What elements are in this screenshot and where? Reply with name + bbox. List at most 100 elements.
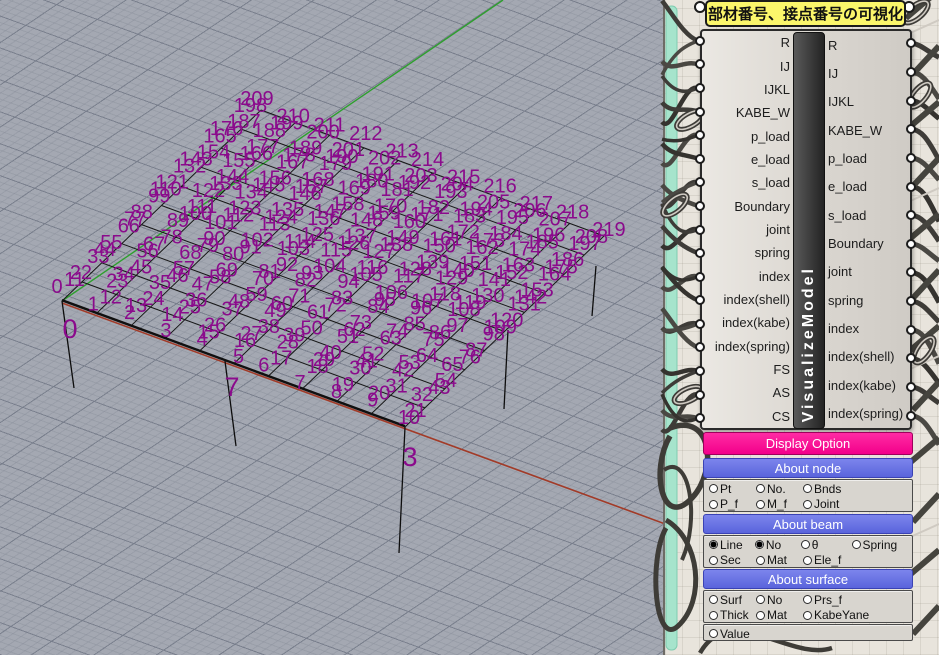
input-label: index(shell)	[723, 291, 790, 307]
input-connector[interactable]	[695, 200, 705, 211]
radio-option-prs_f[interactable]: Prs_f	[803, 593, 855, 607]
section-options: Line No θ Spring Sec Mat Ele_f	[703, 535, 913, 568]
radio-option-spring[interactable]: Spring	[851, 538, 913, 552]
radio-label: No	[765, 537, 782, 552]
radio-button[interactable]	[709, 610, 718, 620]
output-port-labels: R IJ IJKL KABE_W p_load e_load s_load Boundary j…	[828, 31, 910, 428]
radio-button[interactable]	[803, 499, 812, 509]
node-number-label: 0	[51, 276, 62, 298]
radio-label: Prs_f	[814, 592, 843, 607]
section-header-about-beam[interactable]: About beam	[703, 514, 913, 534]
input-label: CS	[771, 408, 790, 424]
display-option-button[interactable]: Display Option	[703, 432, 913, 455]
radio-label: θ	[811, 537, 819, 552]
radio-option-pt[interactable]: Pt	[709, 482, 756, 496]
radio-button[interactable]	[756, 595, 765, 605]
output-label: IJKL	[828, 94, 855, 110]
node-number-label: 214	[411, 149, 444, 171]
radio-option-kabeyane[interactable]: KabeYane	[803, 608, 869, 622]
node-number-label: 210	[277, 106, 310, 128]
radio-button[interactable]	[709, 540, 718, 550]
node-number-label: 218	[556, 201, 589, 223]
input-connector[interactable]	[695, 366, 705, 377]
radio-button[interactable]	[709, 555, 718, 565]
radio-button[interactable]	[803, 595, 812, 605]
radio-button[interactable]	[803, 484, 812, 494]
radio-button[interactable]	[709, 595, 718, 605]
radio-option-sec[interactable]: Sec	[709, 553, 756, 567]
radio-label: Surf	[720, 592, 743, 607]
output-connector[interactable]	[906, 95, 916, 106]
rhino-viewport[interactable]: 0 1 2 3 4 5 6 7 8 9 10 11 12 13 14 15 16 17 18 19 20 21 22 23 24…	[0, 0, 663, 655]
radio-option-thick[interactable]: Thick	[709, 608, 756, 622]
output-label: e_load	[828, 179, 868, 195]
output-connector[interactable]	[906, 152, 916, 163]
output-connector[interactable]	[906, 181, 916, 192]
radio-option-mat[interactable]: Mat	[756, 553, 803, 567]
input-connector[interactable]	[695, 106, 705, 117]
output-connector[interactable]	[906, 66, 916, 77]
radio-option-joint[interactable]: Joint	[803, 497, 855, 511]
radio-button[interactable]	[709, 629, 718, 639]
radio-option-bnds[interactable]: Bnds	[803, 482, 855, 496]
visualize-model-component[interactable]: R IJ IJKL KABE_W p_load e_load s_load Boundary j…	[700, 29, 912, 430]
section-header-about-surface[interactable]: About surface	[703, 569, 913, 589]
radio-button[interactable]	[756, 610, 765, 620]
section-options: Pt No. Bnds P_f M_f Joint	[703, 479, 913, 512]
output-connector[interactable]	[906, 382, 916, 393]
radio-option-no[interactable]: No	[756, 593, 803, 607]
node-number-label: 1	[88, 294, 99, 316]
output-label: index(shell)	[828, 349, 895, 365]
input-label: index(spring)	[714, 338, 790, 354]
radio-option-θ[interactable]: θ	[800, 537, 852, 552]
radio-option-p_f[interactable]: P_f	[709, 497, 756, 511]
input-port-labels: R IJ IJKL KABE_W p_load e_load s_load Boundary j…	[704, 31, 790, 428]
input-connector[interactable]	[695, 35, 705, 46]
radio-button[interactable]	[754, 540, 764, 550]
radio-label: Value	[720, 626, 750, 641]
output-connector[interactable]	[906, 410, 916, 421]
output-connector[interactable]	[906, 324, 916, 335]
section-header-about-node[interactable]: About node	[703, 458, 913, 478]
input-label: FS	[773, 361, 790, 377]
node-number-label: 212	[349, 123, 382, 145]
radio-option-no[interactable]: No	[754, 537, 801, 552]
radio-option-no.[interactable]: No.	[756, 482, 803, 496]
option-row: Line No θ Spring	[709, 537, 912, 553]
output-connector[interactable]	[906, 238, 916, 249]
input-label: KABE_W	[735, 105, 790, 121]
radio-option-surf[interactable]: Surf	[709, 593, 756, 607]
radio-button[interactable]	[803, 555, 812, 565]
radio-option-ele_f[interactable]: Ele_f	[803, 553, 855, 567]
radio-option-mat[interactable]: Mat	[756, 608, 803, 622]
radio-button[interactable]	[851, 540, 861, 550]
radio-button[interactable]	[709, 484, 718, 494]
radio-option-value[interactable]: Value	[709, 627, 750, 641]
radio-option-m_f[interactable]: M_f	[756, 497, 803, 511]
input-label: AS	[772, 385, 790, 401]
input-connector[interactable]	[695, 224, 705, 235]
input-connector[interactable]	[695, 153, 705, 164]
radio-button[interactable]	[709, 499, 718, 509]
output-label: index(spring)	[828, 406, 904, 422]
output-label: joint	[828, 264, 852, 280]
component-name-bar[interactable]: VisualizeModel	[793, 32, 825, 429]
input-label: R	[780, 35, 790, 51]
application-window: 0 1 2 3 4 5 6 7 8 9 10 11 12 13 14 15 16 17 18 19 20 21 22 23 24…	[0, 0, 939, 655]
radio-button[interactable]	[756, 555, 765, 565]
input-connector[interactable]	[695, 82, 705, 93]
column-number-label: 3	[402, 442, 417, 472]
output-label: index(kabe)	[828, 377, 896, 393]
input-connector[interactable]	[695, 271, 705, 282]
input-label: Boundary	[734, 198, 790, 214]
radio-button[interactable]	[803, 610, 812, 620]
radio-option-line[interactable]: Line	[709, 538, 755, 552]
radio-label: Ele_f	[814, 553, 842, 568]
radio-label: Bnds	[814, 481, 842, 496]
radio-button[interactable]	[756, 499, 765, 509]
input-connector[interactable]	[695, 318, 705, 329]
radio-button[interactable]	[756, 484, 765, 494]
input-label: index(kabe)	[722, 315, 790, 331]
input-connector[interactable]	[695, 389, 705, 400]
radio-button[interactable]	[800, 540, 810, 550]
